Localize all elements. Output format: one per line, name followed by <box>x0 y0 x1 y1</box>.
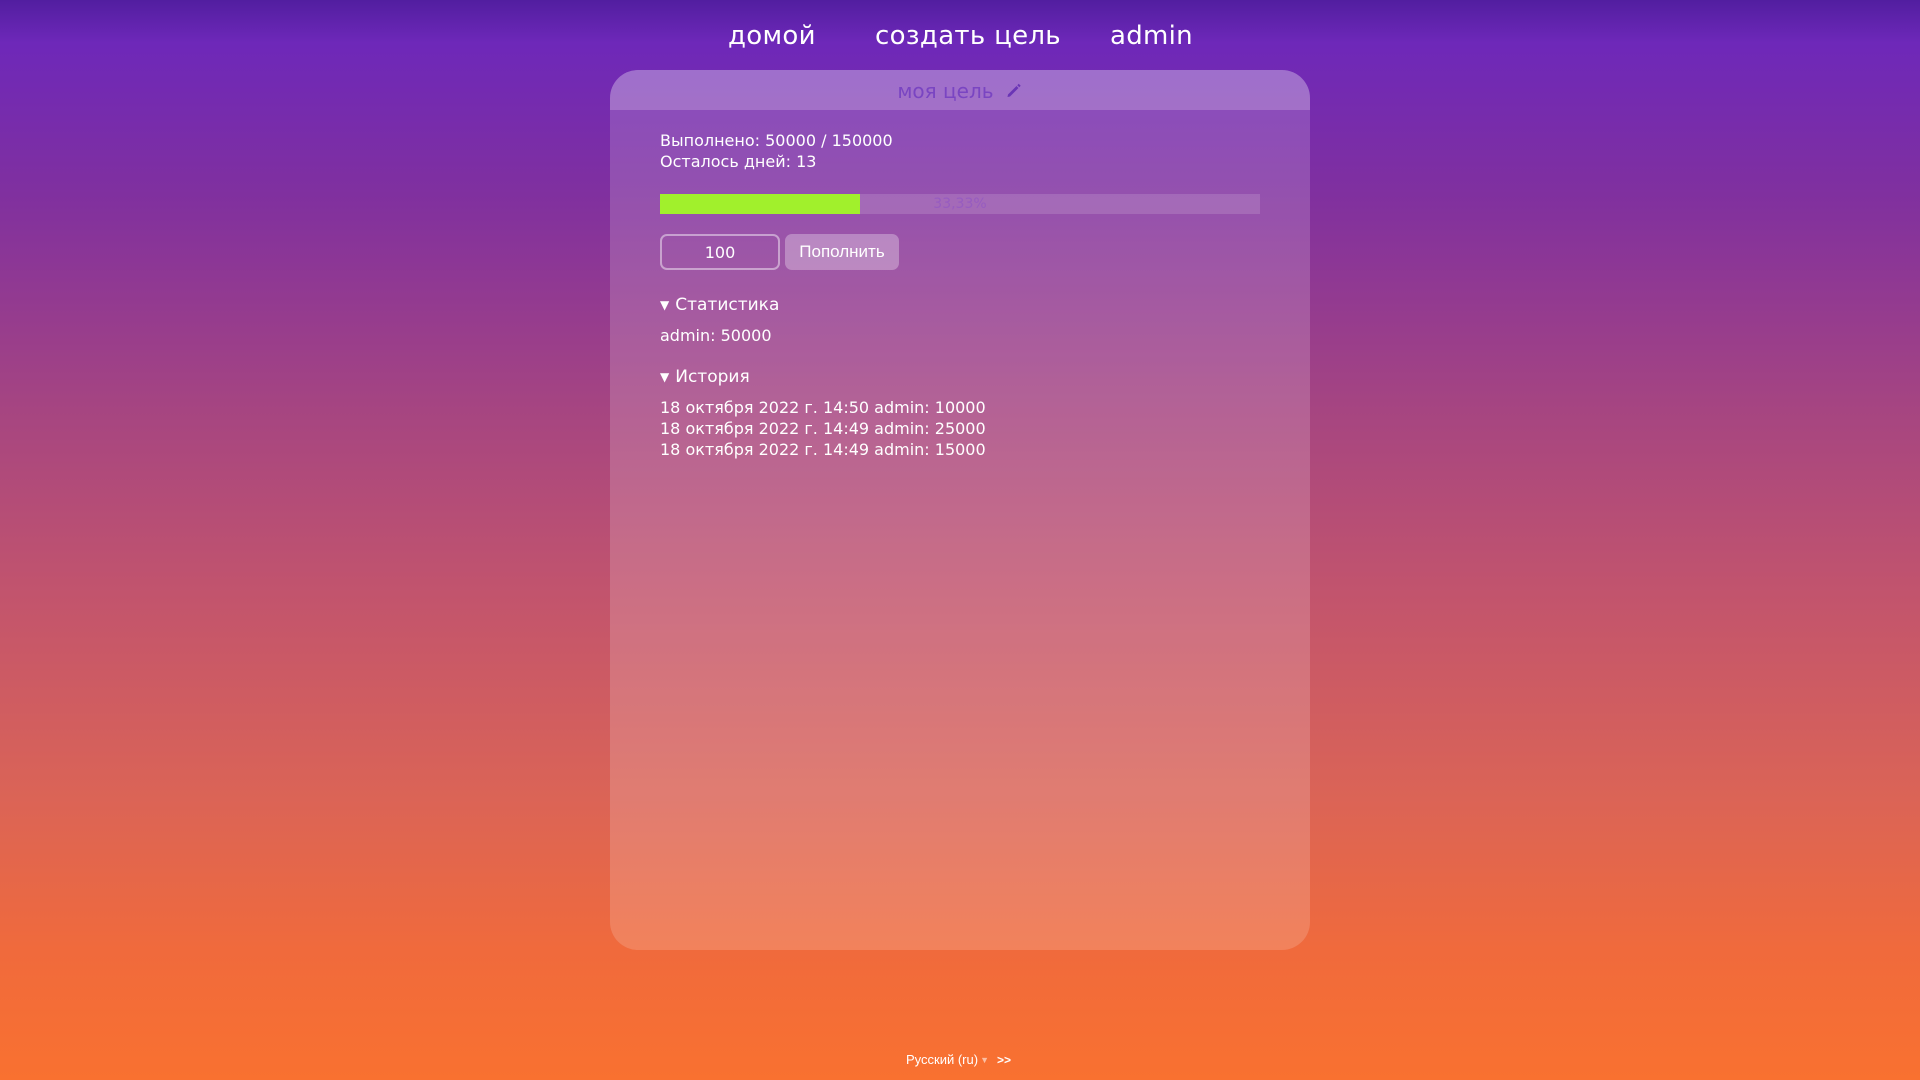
completed-amount: Выполнено: 50000 / 150000 <box>660 131 893 150</box>
topup-button[interactable]: Пополнить <box>785 234 899 270</box>
goal-card-body: Выполнено: 50000 / 150000 Осталось дней:… <box>660 130 1260 460</box>
statistics-content: admin: 50000 <box>660 325 1260 346</box>
nav-home-link[interactable]: домой <box>728 18 816 54</box>
footer: Русский (ru) ▼ >> <box>906 1050 1011 1070</box>
days-left: Осталось дней: 13 <box>660 152 817 171</box>
history-item: 18 октября 2022 г. 14:49 admin: 15000 <box>660 440 986 459</box>
history-item: 18 октября 2022 г. 14:49 admin: 25000 <box>660 419 986 438</box>
amount-input[interactable] <box>660 234 780 270</box>
nav-create-goal-link[interactable]: создать цель <box>875 18 1061 54</box>
language-go-button[interactable]: >> <box>997 1050 1011 1070</box>
statistics-item: admin: 50000 <box>660 326 772 345</box>
goal-title: моя цель <box>897 79 994 103</box>
triangle-down-icon: ▼ <box>660 298 670 312</box>
language-select[interactable]: Русский (ru) ▼ <box>906 1050 989 1070</box>
language-label: Русский (ru) <box>906 1052 979 1067</box>
history-label: История <box>675 367 750 387</box>
history-toggle[interactable]: ▼ История <box>660 366 1260 388</box>
progress-bar: 33,33% <box>660 194 1260 214</box>
history-item: 18 октября 2022 г. 14:50 admin: 10000 <box>660 398 986 417</box>
statistics-toggle[interactable]: ▼ Статистика <box>660 294 1260 316</box>
progress-label: 33,33% <box>933 196 987 212</box>
top-nav: домой создать цель admin <box>0 0 1920 72</box>
chevron-down-icon: ▼ <box>980 1055 989 1065</box>
nav-user-link[interactable]: admin <box>1110 18 1193 54</box>
topup-controls: Пополнить <box>660 234 1260 270</box>
pencil-icon[interactable] <box>1005 81 1023 103</box>
statistics-label: Статистика <box>675 295 780 315</box>
history-content: 18 октября 2022 г. 14:50 admin: 10000 18… <box>660 397 1260 460</box>
goal-card-header: моя цель <box>610 70 1310 110</box>
goal-card: моя цель Выполнено: 50000 / 150000 Остал… <box>610 70 1310 950</box>
triangle-down-icon: ▼ <box>660 370 670 384</box>
